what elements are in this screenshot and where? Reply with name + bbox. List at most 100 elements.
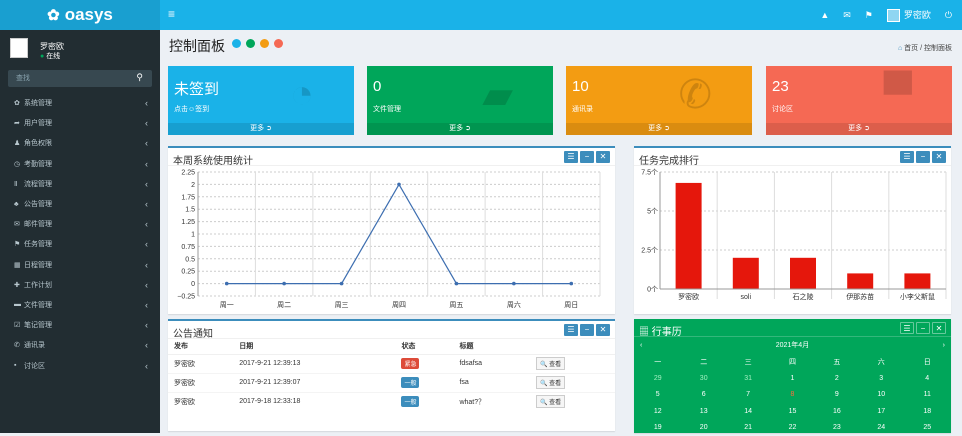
flag-icon[interactable]: ⚑ [865,10,873,21]
prev-month-button[interactable]: ‹ [634,337,682,354]
more-link[interactable]: 更多 ➲ [566,123,752,135]
calendar-day[interactable]: 19 [634,420,682,436]
calendar-day[interactable]: 16 [815,403,859,420]
calendar-day[interactable]: 4 [903,370,951,387]
list-button[interactable]: ☰ [564,324,578,336]
sidebar-item-label: 流程管理 [24,179,52,189]
view-button[interactable]: 🔍 查看 [536,376,565,389]
notice-author: 罗密欧 [168,392,233,411]
close-button[interactable]: ✕ [932,322,946,334]
notice-title[interactable]: what?？ [453,392,530,411]
collapse-button[interactable]: − [580,151,594,163]
bar-chart: 7.5个5个2.5个0个罗密欧soli石之陵伊那苏苗小李父斯鼠 [634,166,951,314]
notice-title[interactable]: fdsafsa [453,354,530,373]
calendar-day[interactable]: 1 [770,370,814,387]
more-link[interactable]: 更多 ➲ [766,123,952,135]
calendar-day[interactable]: 20 [682,420,726,436]
sidebar-item[interactable]: ☑笔记管理‹ [0,315,160,335]
theme-dot[interactable] [232,39,241,48]
data-point [225,282,229,286]
list-button[interactable]: ☰ [900,151,914,163]
view-button[interactable]: 🔍 查看 [536,357,565,370]
bell-icon[interactable]: ▲ [820,10,829,20]
sidebar-item[interactable]: ♣公告管理‹ [0,194,160,214]
calendar-day[interactable]: 13 [682,403,726,420]
panel-title: 本周系统使用统计 [173,152,253,167]
search-icon[interactable]: ⚲ [136,72,143,83]
chevron-left-icon: ‹ [145,219,148,229]
calendar-day[interactable]: 18 [903,403,951,420]
sidebar-item[interactable]: ▬文件管理‹ [0,295,160,315]
calendar-day[interactable]: 15 [770,403,814,420]
stat-value: 23 [772,78,789,95]
calendar-day[interactable]: 10 [859,387,903,404]
app-logo[interactable]: ✿ oasys [0,0,160,30]
sidebar-item[interactable]: ✉邮件管理‹ [0,214,160,234]
home-icon[interactable]: ⌂ [898,45,902,52]
calendar-day[interactable]: 29 [634,370,682,387]
collapse-button[interactable]: − [916,151,930,163]
calendar-day[interactable]: 17 [859,403,903,420]
calendar-day[interactable]: 9 [815,387,859,404]
list-button[interactable]: ☰ [900,322,914,334]
sidebar-item[interactable]: ✚工作计划‹ [0,275,160,295]
search-input[interactable] [8,70,128,87]
notice-title[interactable]: fsa [453,373,530,392]
menu-icon: ♣ [14,201,24,208]
breadcrumb-home[interactable]: 首页 [904,45,918,52]
mail-icon[interactable]: ✉ [843,10,851,21]
calendar-day[interactable]: 3 [859,370,903,387]
close-button[interactable]: ✕ [932,151,946,163]
more-link[interactable]: 更多 ➲ [367,123,553,135]
sidebar-item[interactable]: ➦用户管理‹ [0,113,160,133]
collapse-button[interactable]: − [580,324,594,336]
sidebar-item[interactable]: ▦日程管理‹ [0,255,160,275]
collapse-button[interactable]: − [916,322,930,334]
close-button[interactable]: ✕ [596,151,610,163]
calendar-day[interactable]: 7 [726,387,770,404]
sidebar-menu: ✿系统管理‹➦用户管理‹♟角色权限‹◷考勤管理‹Ⅱ流程管理‹♣公告管理‹✉邮件管… [0,93,160,376]
y-tick-label: 1 [191,232,195,239]
theme-dot[interactable] [260,39,269,48]
menu-toggle-icon[interactable]: ≡ [168,7,175,21]
calendar-day[interactable]: 24 [859,420,903,436]
y-tick-label: 0 [191,281,195,288]
calendar-day[interactable]: 8 [770,387,814,404]
calendar-day[interactable]: 23 [815,420,859,436]
sidebar-item-label: 角色权限 [24,138,52,148]
sidebar-item[interactable]: ▪讨论区‹ [0,355,160,375]
calendar-day[interactable]: 5 [634,387,682,404]
calendar-day[interactable]: 22 [770,420,814,436]
sidebar-item[interactable]: ♟角色权限‹ [0,133,160,153]
theme-dots [232,39,283,48]
calendar-day[interactable]: 31 [726,370,770,387]
power-icon[interactable]: ⏻ [945,10,952,21]
calendar-day[interactable]: 11 [903,387,951,404]
calendar-day[interactable]: 12 [634,403,682,420]
calendar-day[interactable]: 14 [726,403,770,420]
sidebar-item-label: 任务管理 [24,239,52,249]
sidebar-item[interactable]: ✆通讯录‹ [0,335,160,355]
calendar-day[interactable]: 25 [903,420,951,436]
sidebar-item[interactable]: ◷考勤管理‹ [0,154,160,174]
chevron-left-icon: ‹ [145,118,148,128]
more-link[interactable]: 更多 ➲ [168,123,354,135]
user-menu[interactable]: 罗密欧 [887,8,931,22]
sidebar-item[interactable]: ✿系统管理‹ [0,93,160,113]
sidebar-item[interactable]: ⚑任务管理‹ [0,234,160,254]
calendar-day[interactable]: 30 [682,370,726,387]
sidebar-item-label: 文件管理 [24,300,52,310]
calendar-day[interactable]: 2 [815,370,859,387]
theme-dot[interactable] [246,39,255,48]
sidebar-item[interactable]: Ⅱ流程管理‹ [0,174,160,194]
theme-dot[interactable] [274,39,283,48]
calendar-day[interactable]: 6 [682,387,726,404]
list-button[interactable]: ☰ [564,151,578,163]
close-button[interactable]: ✕ [596,324,610,336]
sidebar-search: ⚲ [8,70,152,87]
calendar-day[interactable]: 21 [726,420,770,436]
view-button[interactable]: 🔍 查看 [536,395,565,408]
bar [676,183,702,289]
next-month-button[interactable]: › [903,337,951,354]
chevron-left-icon: ‹ [145,159,148,169]
